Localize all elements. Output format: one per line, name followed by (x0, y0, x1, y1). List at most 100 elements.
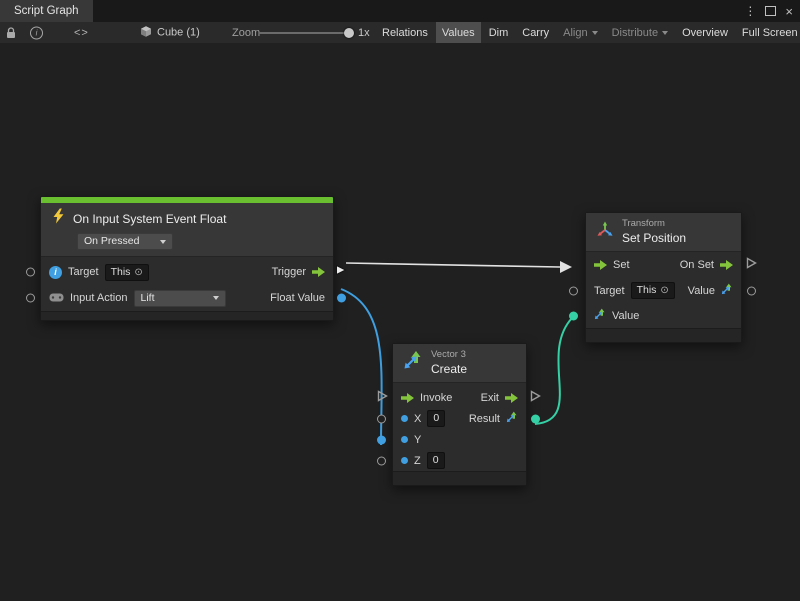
port-row-inputaction-floatvalue: Input Action Lift Float Value (41, 285, 333, 311)
control-arrow-icon (312, 267, 325, 277)
window-controls: ⋮ × (744, 0, 800, 22)
z-type-dot-icon (401, 457, 408, 464)
wire-floatvalue-to-y[interactable] (341, 289, 382, 445)
x-label: X (414, 413, 421, 425)
port-result-output[interactable] (531, 414, 540, 423)
target-label: Target (68, 266, 99, 278)
zoom-slider-handle[interactable] (344, 28, 354, 38)
x-value-field[interactable]: 0 (427, 410, 445, 427)
vector3-type-icon (506, 410, 518, 428)
zoom-value: 1x (358, 27, 370, 39)
control-arrow-icon (505, 393, 518, 403)
port-float-value-output[interactable] (337, 294, 346, 303)
node-title: On Input System Event Float (73, 212, 226, 226)
visual-scripting-window: Script Graph ⋮ × i <> Cube (1) Zoom 1x (0, 0, 800, 601)
port-input-action-input[interactable] (26, 294, 35, 303)
close-icon[interactable]: × (785, 5, 793, 18)
port-row-target-valueout: Target This ⊙ Value (586, 278, 741, 303)
node-type-label: Vector 3 (431, 349, 467, 360)
on-set-label: On Set (680, 259, 714, 271)
tab-script-graph[interactable]: Script Graph (0, 0, 93, 22)
carry-button[interactable]: Carry (516, 22, 555, 43)
port-row-set-onset: Set On Set (586, 252, 741, 278)
float-value-label: Float Value (270, 292, 325, 304)
input-action-value: Lift (141, 292, 155, 305)
y-type-dot-icon (401, 436, 408, 443)
graph-target-selector[interactable]: Cube (1) (140, 25, 200, 40)
zoom-slider[interactable] (258, 27, 354, 39)
code-preview-icon[interactable]: <> (74, 27, 89, 39)
distribute-label: Distribute (612, 27, 658, 39)
port-value-output[interactable] (747, 286, 756, 295)
zoom-slider-track (258, 32, 354, 34)
chevron-down-icon (213, 296, 219, 300)
lock-icon[interactable] (6, 27, 16, 39)
info-icon[interactable]: i (30, 26, 43, 39)
chevron-down-icon (160, 240, 166, 244)
target-field[interactable]: This ⊙ (631, 282, 675, 299)
node-transform-set-position[interactable]: Transform Set Position Set On Set (585, 212, 742, 343)
relations-button[interactable]: Relations (376, 22, 434, 43)
control-arrow-icon (594, 260, 607, 270)
node-title: Create (431, 362, 467, 376)
y-label: Y (414, 434, 421, 446)
target-value: This (111, 266, 131, 279)
port-z-input[interactable] (377, 456, 386, 465)
value-out-label: Value (688, 285, 715, 297)
z-value-field[interactable]: 0 (427, 452, 445, 469)
values-button[interactable]: Values (436, 22, 481, 43)
node-footer (393, 471, 526, 485)
port-on-set-output[interactable] (746, 256, 757, 274)
info-glyph: i (30, 26, 43, 39)
port-exit-output[interactable] (530, 389, 541, 407)
node-vector3-create[interactable]: Vector 3 Create Invoke Exit (392, 343, 527, 486)
target-label: Target (594, 285, 625, 297)
toolbar-buttons: Relations Values Dim Carry Align Distrib… (376, 22, 800, 43)
target-value: This (637, 284, 657, 297)
node-footer (586, 328, 741, 342)
vector3-type-icon (594, 307, 606, 325)
event-node-header: On Input System Event Float On Pressed (41, 203, 333, 257)
chevron-down-icon (662, 31, 668, 35)
port-invoke-input[interactable] (377, 389, 388, 407)
port-row-z: Z 0 (393, 450, 526, 471)
wire-trigger-to-set[interactable] (346, 263, 560, 267)
vector3-node-header: Vector 3 Create (393, 344, 526, 383)
input-action-dropdown[interactable]: Lift (134, 290, 226, 307)
port-row-x-result: X 0 Result (393, 408, 526, 429)
port-row-y: Y (393, 429, 526, 450)
lightning-icon (51, 208, 65, 229)
event-mode-dropdown[interactable]: On Pressed (77, 233, 173, 250)
graph-canvas[interactable]: On Input System Event Float On Pressed i… (0, 43, 800, 601)
port-y-input[interactable] (377, 435, 386, 444)
tab-title: Script Graph (14, 5, 79, 17)
distribute-dropdown-button[interactable]: Distribute (606, 22, 674, 43)
port-x-input[interactable] (377, 414, 386, 423)
port-row-invoke-exit: Invoke Exit (393, 387, 526, 408)
dim-button[interactable]: Dim (483, 22, 515, 43)
window-menu-icon[interactable]: ⋮ (744, 5, 756, 17)
node-title: Set Position (622, 231, 686, 245)
maximize-icon[interactable] (765, 6, 776, 16)
node-on-input-system-event-float[interactable]: On Input System Event Float On Pressed i… (40, 196, 334, 321)
target-field[interactable]: This ⊙ (105, 264, 149, 281)
port-value-input[interactable] (569, 311, 578, 320)
wire-result-to-value[interactable] (535, 318, 572, 424)
zoom-label: Zoom (232, 27, 260, 39)
overview-button[interactable]: Overview (676, 22, 734, 43)
port-target-input[interactable] (26, 268, 35, 277)
vector3-icon (403, 350, 423, 375)
z-label: Z (414, 455, 421, 467)
x-type-dot-icon (401, 415, 408, 422)
transform-node-header: Transform Set Position (586, 213, 741, 252)
cube-icon (140, 25, 152, 40)
full-screen-button[interactable]: Full Screen (736, 22, 800, 43)
align-label: Align (563, 27, 587, 39)
port-trigger-output[interactable] (335, 263, 347, 281)
align-dropdown-button[interactable]: Align (557, 22, 603, 43)
x-value: 0 (433, 412, 439, 425)
node-type-label: Transform (622, 218, 686, 229)
event-mode-value: On Pressed (84, 235, 139, 248)
graph-target-label: Cube (1) (157, 27, 200, 39)
port-target-input[interactable] (569, 286, 578, 295)
